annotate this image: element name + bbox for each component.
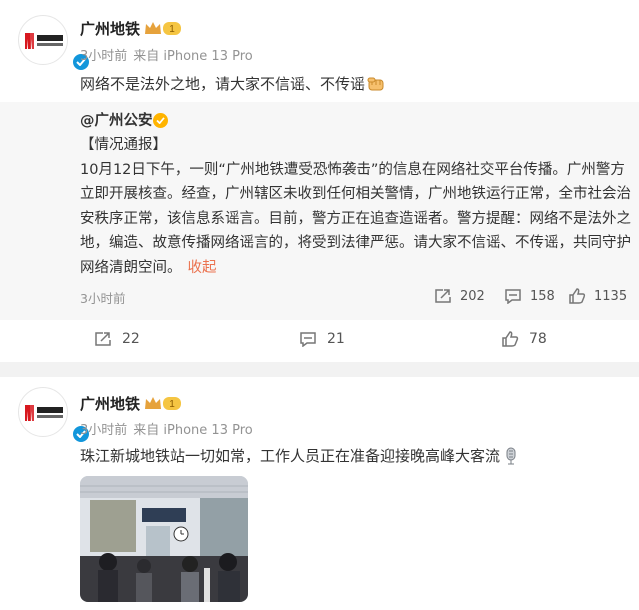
- fist-emoji-icon: [367, 77, 384, 91]
- post-meta: 3小时前 来自 iPhone 13 Pro: [80, 45, 253, 64]
- post-source: 来自 iPhone 13 Pro: [133, 423, 253, 438]
- like-button[interactable]: 78: [501, 331, 547, 347]
- repost-line: 10月12日下午，一则“广州地铁遭受恐怖袭击”的信息在网络社交平台传播。广州警方: [80, 161, 625, 178]
- repost-line: 立即开展核查。经查，广州辖区未收到任何相关警情，广州地铁运行正常，全市社会治: [80, 186, 631, 202]
- post-text: 珠江新城地铁站一切如常，工作人员正在准备迎接晚高峰大客流: [80, 447, 501, 465]
- weibo-post: 广州地铁 1 3小时前 来自 iPhone 13 Pro 珠江新城地铁站一切如常，…: [0, 377, 639, 610]
- verified-gold-icon: [153, 113, 168, 128]
- repost-line: 安秩序正常，该信息系谣言。目前，警方正在追查造谣者。警方提醒：网络不是法外之: [80, 210, 631, 227]
- repost-line: 地，编造、故意传播网络谣言的，将受到法律严惩。请大家不信谣、不传谣，共同守护: [80, 235, 631, 251]
- share-icon: [95, 332, 111, 346]
- repost-button[interactable]: 22: [94, 331, 140, 347]
- avatar[interactable]: [18, 15, 91, 72]
- level-badge: 1: [169, 24, 175, 35]
- repost-like-button[interactable]: 1135: [568, 288, 627, 304]
- comment-count: 21: [327, 331, 345, 347]
- share-icon: [435, 289, 451, 303]
- thumbs-up-icon: [569, 288, 586, 304]
- repost-comment-button[interactable]: 158: [504, 288, 555, 304]
- post-content: 珠江新城地铁站一切如常，工作人员正在准备迎接晚高峰大客流: [80, 445, 520, 466]
- post-time[interactable]: 3小时前: [80, 49, 127, 64]
- post-content: 网络不是法外之地，请大家不信谣、不传谣: [80, 73, 385, 94]
- repost-count: 22: [122, 331, 140, 347]
- station-photo: [80, 476, 248, 602]
- weibo-post: 广州地铁 1 3小时前 来自 iPhone 13 Pro 网络不是法外之地，请大家…: [0, 0, 639, 362]
- post-image-metro-station[interactable]: [80, 476, 248, 602]
- level-badge: 1: [169, 399, 175, 410]
- guangzhou-metro-logo: [25, 405, 63, 421]
- post-divider: [0, 362, 639, 377]
- microphone-emoji-icon: [506, 447, 516, 465]
- like-count: 1135: [594, 288, 628, 304]
- repost-line: 网络清朗空间。 收起: [80, 256, 620, 281]
- comment-icon: [300, 332, 316, 347]
- reposted-post[interactable]: @广州公安 【情况通报】 10月12日下午，一则“广州地铁遭受恐怖袭击”的信息在…: [0, 102, 639, 320]
- comment-count: 158: [530, 288, 555, 304]
- like-count: 78: [529, 331, 547, 347]
- collapse-link[interactable]: 收起: [188, 260, 217, 276]
- repost-repost-button[interactable]: 202: [434, 288, 485, 304]
- repost-last-line: 网络清朗空间。: [80, 259, 182, 276]
- repost-line: 【情况通报】: [80, 137, 167, 153]
- post-source: 来自 iPhone 13 Pro: [133, 49, 253, 64]
- repost-username[interactable]: @广州公安: [80, 109, 153, 130]
- comment-icon: [505, 289, 521, 304]
- guangzhou-metro-logo: [25, 33, 63, 49]
- post-meta: 3小时前 来自 iPhone 13 Pro: [80, 419, 253, 438]
- username[interactable]: 广州地铁: [80, 393, 140, 414]
- repost-time: 3小时前: [80, 291, 126, 306]
- repost-text: 【情况通报】 10月12日下午，一则“广州地铁遭受恐怖袭击”的信息在网络社交平台…: [80, 133, 631, 281]
- avatar[interactable]: [18, 387, 91, 444]
- member-crown-icon: 1: [145, 397, 181, 410]
- repost-count: 202: [460, 288, 485, 304]
- comment-button[interactable]: 21: [299, 331, 345, 347]
- post-text: 网络不是法外之地，请大家不信谣、不传谣: [80, 75, 366, 93]
- username[interactable]: 广州地铁: [80, 18, 140, 39]
- thumbs-up-icon: [502, 331, 519, 347]
- member-crown-icon: 1: [145, 22, 181, 35]
- post-time[interactable]: 3小时前: [80, 423, 127, 438]
